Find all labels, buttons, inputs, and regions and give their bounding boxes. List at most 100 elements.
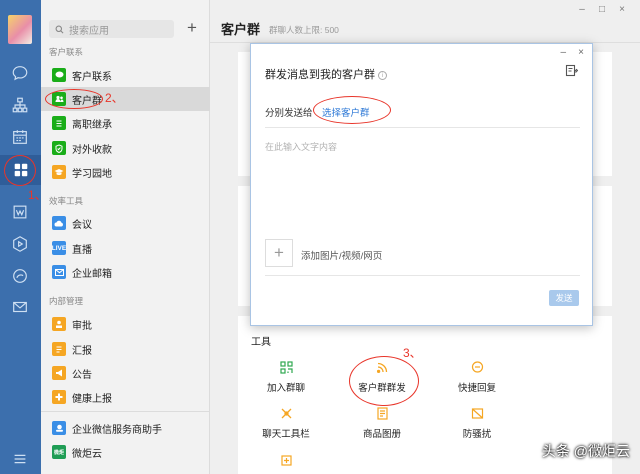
sidebar-item-live[interactable]: LIVE 直播 [41, 236, 210, 260]
cloud-icon [52, 216, 66, 230]
maximize-button[interactable]: □ [592, 4, 612, 15]
toolbar-icon [281, 408, 291, 419]
catalog-icon [376, 407, 388, 420]
approval-icon [52, 317, 66, 331]
sidebar-item-label: 企业邮箱 [72, 268, 112, 280]
add-app-button[interactable]: + [187, 18, 197, 38]
sidebar-item-learning[interactable]: 学习园地 [41, 160, 210, 184]
minimize-button[interactable]: – [572, 4, 592, 15]
sidebar-item-enterprise-mail[interactable]: 企业邮箱 [41, 260, 210, 284]
search-icon [55, 25, 64, 33]
sidebar-item-label: 健康上报 [72, 393, 112, 405]
dialog-title-text: 群发消息到我的客户群 [265, 69, 375, 81]
assistant-icon [52, 421, 66, 435]
page-title: 客户群 [221, 22, 261, 37]
sidebar-item-meeting[interactable]: 会议 [41, 211, 210, 235]
bubble-icon [471, 361, 483, 373]
icon-rail [0, 0, 41, 474]
sidebar-item-approval[interactable]: 审批 [41, 312, 210, 336]
annotation-label-2: 2、 [105, 91, 124, 105]
sidebar-item-label: 会议 [72, 219, 92, 231]
add-media-button[interactable]: + [265, 239, 293, 267]
tool-label: 加入群聊 [266, 383, 305, 394]
document-app-icon[interactable] [10, 202, 30, 222]
annotation-label-1: 1、 [28, 188, 47, 202]
dialog-divider [265, 127, 580, 128]
shield-icon [52, 141, 66, 155]
watermark: 头条 @微炬云 [541, 443, 630, 459]
sidebar-item-service-assistant[interactable]: 企业微信服务商助手 [41, 416, 210, 440]
sidebar-item-announcement[interactable]: 公告 [41, 361, 210, 385]
sidebar-item-weiju-cloud[interactable]: 微炬 微炬云 [41, 440, 210, 464]
sidebar-item-label: 公告 [72, 369, 92, 381]
tool-join-group[interactable]: 加入群聊 [246, 361, 326, 394]
no-spam-icon [471, 408, 483, 419]
section-title-internal: 内部管理 [49, 296, 84, 306]
mail-rail-icon[interactable] [10, 297, 30, 317]
sidebar-item-health-report[interactable]: 健康上报 [41, 385, 210, 409]
mail-icon [52, 265, 66, 279]
sidebar-item-label: 汇报 [72, 345, 92, 357]
sidebar-item-report[interactable]: 汇报 [41, 337, 210, 361]
section-title-efficiency: 效率工具 [49, 196, 84, 206]
message-input[interactable] [265, 140, 580, 250]
health-icon [52, 390, 66, 404]
org-chart-icon[interactable] [10, 95, 30, 115]
message-icon[interactable] [10, 63, 30, 83]
calendar-icon[interactable] [10, 127, 30, 147]
avatar[interactable] [8, 15, 32, 44]
graduation-cap-icon [52, 165, 66, 179]
tool-label: 商品图册 [362, 429, 401, 440]
group-limit-text: 群聊人数上限: 500 [269, 25, 339, 35]
hexagon-play-icon[interactable] [10, 234, 30, 254]
sidebar-item-resign-inherit[interactable]: 离职继承 [41, 111, 210, 135]
document-icon [52, 116, 66, 130]
tool-label: 快捷回复 [457, 383, 496, 394]
sidebar-item-label: 学习园地 [72, 168, 112, 180]
sidebar-item-label: 离职继承 [72, 119, 112, 131]
megaphone-icon [52, 366, 66, 380]
send-to-label: 分别发送给 [265, 108, 313, 119]
chat-icon [52, 68, 66, 82]
sidebar-item-customer-contact[interactable]: 客户联系 [41, 63, 210, 87]
annotation-circle-1 [4, 155, 36, 186]
tool-label: 防骚扰 [462, 429, 492, 440]
close-button[interactable]: × [612, 4, 632, 15]
send-button[interactable]: 发送 [549, 290, 579, 306]
sidebar-item-label: 微炬云 [72, 448, 102, 460]
sidebar-item-label: 客户联系 [72, 71, 112, 83]
tool-anti-harassment[interactable]: 防骚扰 [437, 407, 517, 440]
menu-icon[interactable] [10, 449, 30, 469]
tool-quick-reply[interactable]: 快捷回复 [437, 361, 517, 394]
info-icon[interactable]: i [378, 71, 387, 80]
qrcode-icon [279, 361, 293, 374]
sidebar-divider [41, 411, 210, 412]
edit-record-icon[interactable] [565, 64, 578, 77]
report-icon [52, 342, 66, 356]
tools-title: 工具 [251, 337, 271, 348]
sidebar-item-label: 审批 [72, 320, 92, 332]
sidebar-item-label: 对外收款 [72, 144, 112, 156]
plus-box-icon [280, 455, 292, 466]
section-title-customer: 客户联系 [49, 47, 84, 57]
window-controls: – □ × [572, 4, 632, 15]
tool-more[interactable] [246, 454, 326, 473]
search-box[interactable]: 搜索应用 [49, 20, 174, 38]
cloud-drive-icon[interactable] [10, 266, 30, 286]
app-sidebar: 搜索应用 + 客户联系 客户联系 客户群 离职继承 对外收款 学习园地 效率工具… [41, 0, 210, 474]
dialog-minimize-button[interactable]: – [560, 47, 566, 58]
sidebar-item-external-payment[interactable]: 对外收款 [41, 136, 210, 160]
tool-label: 聊天工具栏 [262, 429, 310, 440]
tool-chat-toolbar[interactable]: 聊天工具栏 [246, 407, 326, 440]
dialog-divider-bottom [265, 275, 580, 276]
live-icon: LIVE [52, 241, 66, 255]
weiju-logo-icon: 微炬 [52, 445, 66, 459]
annotation-circle-3 [349, 356, 419, 406]
search-placeholder: 搜索应用 [69, 25, 109, 37]
tool-product-catalog[interactable]: 商品图册 [342, 407, 422, 440]
dialog-close-button[interactable]: × [578, 47, 584, 58]
annotation-circle-2 [45, 89, 103, 109]
sidebar-item-label: 企业微信服务商助手 [72, 424, 162, 436]
annotation-label-3: 3、 [403, 346, 422, 360]
broadcast-dialog: – × 群发消息到我的客户群i 分别发送给 选择客户群 + 添加图片/视频/网页… [250, 43, 593, 326]
